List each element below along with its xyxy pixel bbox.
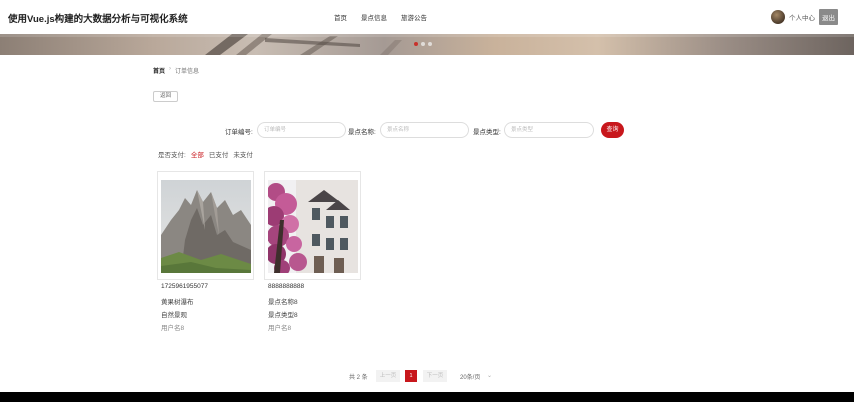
order-no-label: 订单编号:: [225, 129, 253, 136]
order-card[interactable]: 8888888888 景点名称8 景点类型8 用户名8: [264, 171, 361, 332]
pagination: 共 2 条 上一页 1 下一页 20条/页 ⌄: [0, 370, 854, 382]
payment-filter: 是否支付: 全部 已支付 未支付: [158, 149, 253, 159]
footer-bar: [0, 392, 854, 402]
pagination-prev-button[interactable]: 上一页: [376, 370, 400, 382]
filter-option-paid[interactable]: 已支付: [209, 149, 229, 159]
carousel-dot[interactable]: [421, 42, 425, 46]
card-user: 用户名8: [268, 325, 292, 332]
avatar[interactable]: [771, 10, 785, 24]
pagination-total: 共 2 条: [349, 375, 368, 381]
filter-option-unpaid[interactable]: 未支付: [233, 149, 253, 159]
logout-button[interactable]: 退出: [819, 9, 838, 25]
main-nav: 首页 景点信息 旅游公告: [334, 12, 427, 22]
card-spot-type: 景点类型8: [268, 312, 298, 319]
nav-item-spots[interactable]: 景点信息: [361, 12, 387, 22]
card-spot-name: 黄果树瀑布: [161, 299, 194, 306]
order-card[interactable]: 1725961955077 黄果树瀑布 自然景观 用户名8: [157, 171, 254, 332]
carousel-dot[interactable]: [428, 42, 432, 46]
spot-image[interactable]: [268, 180, 358, 273]
spot-image[interactable]: [161, 180, 251, 273]
banner-carousel: [0, 34, 854, 55]
app-title: 使用Vue.js构建的大数据分析与可视化系统: [8, 14, 188, 25]
carousel-dots: [414, 42, 432, 46]
top-header: 使用Vue.js构建的大数据分析与可视化系统 首页 景点信息 旅游公告 个人中心…: [0, 0, 854, 34]
breadcrumb-home[interactable]: 首页: [153, 66, 165, 75]
nav-item-home[interactable]: 首页: [334, 12, 347, 22]
card-spot-name: 景点名称8: [268, 299, 298, 306]
page-size-select[interactable]: 20条/页: [460, 372, 480, 381]
pagination-next-button[interactable]: 下一页: [423, 370, 447, 382]
back-button[interactable]: 返回: [153, 91, 178, 102]
card-user: 用户名8: [161, 325, 185, 332]
card-order-no: 8888888888: [268, 283, 305, 290]
carousel-dot[interactable]: [414, 42, 418, 46]
spot-name-input[interactable]: 景点名称: [380, 122, 469, 138]
nav-item-announcements[interactable]: 旅游公告: [401, 12, 427, 22]
pagination-page-button[interactable]: 1: [405, 370, 417, 382]
breadcrumb-current: 订单信息: [175, 69, 200, 75]
chevron-down-icon[interactable]: ⌄: [487, 372, 492, 379]
filter-option-all[interactable]: 全部: [191, 149, 204, 159]
breadcrumb: 首页 › 订单信息: [153, 66, 199, 75]
payment-filter-label: 是否支付:: [158, 152, 186, 159]
search-form: 订单编号: 订单编号 景点名称: 景点名称 景点类型: 景点类型 查询: [0, 122, 854, 138]
user-area: 个人中心 退出: [771, 9, 838, 25]
user-center-link[interactable]: 个人中心: [789, 12, 815, 22]
breadcrumb-separator: ›: [169, 66, 172, 72]
order-no-input[interactable]: 订单编号: [257, 122, 346, 138]
card-order-no: 1725961955077: [161, 283, 208, 290]
spot-type-input[interactable]: 景点类型: [504, 122, 594, 138]
card-spot-type: 自然景观: [161, 312, 187, 319]
spot-name-label: 景点名称:: [348, 129, 376, 136]
spot-type-label: 景点类型:: [473, 129, 501, 136]
search-button[interactable]: 查询: [601, 122, 624, 138]
